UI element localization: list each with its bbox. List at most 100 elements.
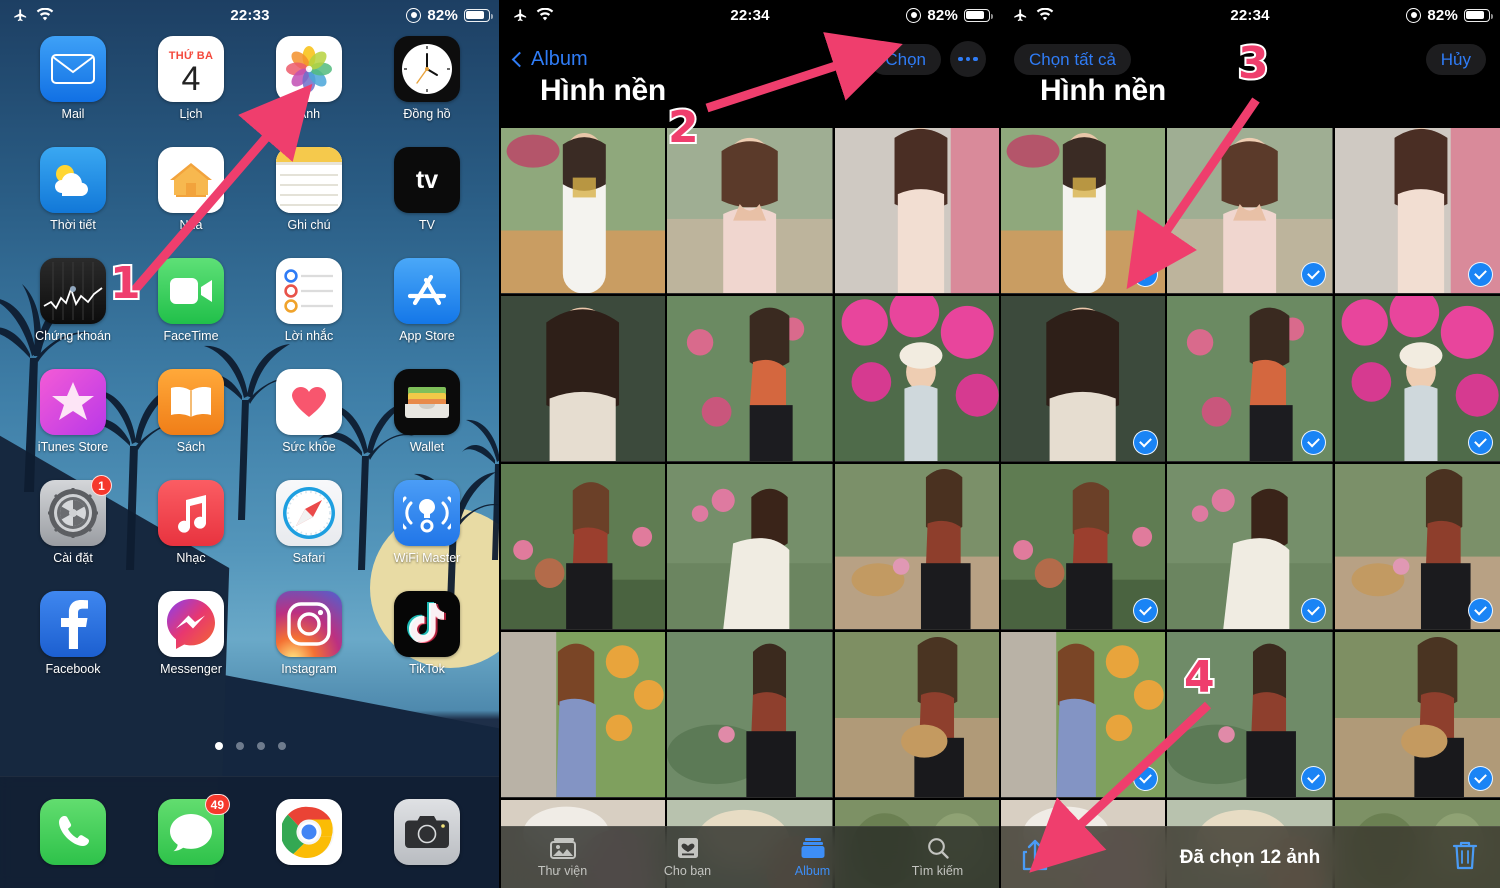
app-weather[interactable]: Thời tiết — [14, 147, 132, 232]
tutorial-screenshot: 22:33 82% Mail THỨ BA 4 Lịch Ảnh Đồng hồ… — [0, 0, 1500, 888]
photo-cell[interactable] — [667, 464, 833, 630]
tab-albums[interactable]: Album — [750, 837, 875, 878]
delete-button[interactable] — [1452, 840, 1478, 875]
page-dot-4[interactable] — [277, 742, 286, 750]
photo-cell[interactable] — [834, 632, 1000, 798]
app-facebook[interactable]: Facebook — [14, 591, 132, 676]
tab-label: Cho bạn — [663, 864, 712, 878]
page-dot-1[interactable] — [214, 742, 223, 750]
photo-cell[interactable] — [667, 632, 833, 798]
photo-cell[interactable] — [667, 296, 833, 462]
photo-checkmark[interactable] — [1300, 766, 1326, 791]
photo-checkmark[interactable] — [1467, 430, 1493, 455]
photo-cell[interactable] — [500, 464, 666, 630]
app-home[interactable]: Nhà — [132, 147, 250, 232]
app-wifi-master[interactable]: WiFi Master — [368, 480, 486, 565]
app-stocks[interactable]: Chứng khoán — [14, 258, 132, 343]
photo-cell[interactable] — [500, 296, 666, 462]
chevron-left-icon — [511, 51, 528, 67]
app-clock[interactable]: Đồng hồ — [368, 36, 486, 121]
photo-cell[interactable] — [1167, 128, 1333, 294]
photo-checkmark[interactable] — [1467, 262, 1493, 287]
photo-cell[interactable] — [1334, 464, 1500, 630]
app-messenger[interactable]: Messenger — [132, 591, 250, 676]
app-label: FaceTime — [163, 329, 219, 343]
photo-cell[interactable] — [1000, 296, 1166, 462]
app-appstore[interactable]: App Store — [368, 258, 486, 343]
app-facetime[interactable]: FaceTime — [132, 258, 250, 343]
photo-checkmark[interactable] — [1300, 262, 1326, 287]
app-appletv[interactable]: tv TV — [368, 147, 486, 232]
photo-cell[interactable] — [500, 632, 666, 798]
dock-app-camera[interactable] — [368, 799, 486, 865]
tab-for-you[interactable]: Cho bạn — [625, 837, 750, 878]
app-books[interactable]: Sách — [132, 369, 250, 454]
dock-app-phone[interactable] — [14, 799, 132, 865]
photo-cell[interactable] — [1334, 128, 1500, 294]
app-label: Cài đặt — [53, 551, 93, 565]
app-safari[interactable]: Safari — [250, 480, 368, 565]
app-label: WiFi Master — [393, 551, 461, 565]
tab-search[interactable]: Tìm kiếm — [875, 837, 1000, 878]
select-all-button[interactable]: Chọn tất cả — [1014, 43, 1131, 75]
photo-cell[interactable] — [1167, 632, 1333, 798]
panel-photos-browse: 22:34 82% Album Chọn Hình nền Thư viện C… — [500, 0, 1000, 888]
app-photos[interactable]: Ảnh — [250, 36, 368, 121]
share-button[interactable] — [1022, 839, 1048, 876]
app-reminders[interactable]: Lời nhắc — [250, 258, 368, 343]
panel-photos-selection: 22:34 82% Chọn tất cả Hủy Hình nền Đã ch… — [1000, 0, 1500, 888]
page-dot-3[interactable] — [256, 742, 265, 750]
app-tiktok[interactable]: TikTok — [368, 591, 486, 676]
app-mail[interactable]: Mail — [14, 36, 132, 121]
app-health[interactable]: Sức khỏe — [250, 369, 368, 454]
chrome-icon — [276, 799, 342, 865]
photo-cell[interactable] — [834, 464, 1000, 630]
library-icon — [549, 838, 576, 859]
tab-library[interactable]: Thư viện — [500, 837, 625, 878]
notes-icon — [276, 147, 342, 213]
app-instagram[interactable]: Instagram — [250, 591, 368, 676]
photo-cell[interactable] — [1000, 632, 1166, 798]
page-dot-2[interactable] — [235, 742, 244, 750]
battery-percent: 82% — [1427, 6, 1458, 24]
photo-cell[interactable] — [1167, 296, 1333, 462]
dock-app-messages[interactable]: 49 — [132, 794, 250, 865]
back-button[interactable]: Album — [511, 48, 588, 71]
app-notes[interactable]: Ghi chú — [250, 147, 368, 232]
photo-cell[interactable] — [1334, 296, 1500, 462]
selection-count-label: Đã chọn 12 ảnh — [1179, 846, 1321, 868]
photo-cell[interactable] — [1000, 464, 1166, 630]
tiktok-icon — [394, 591, 460, 657]
photo-cell[interactable] — [667, 128, 833, 294]
select-button[interactable]: Chọn — [870, 43, 941, 75]
photo-checkmark[interactable] — [1300, 598, 1326, 623]
app-wallet[interactable]: Wallet — [368, 369, 486, 454]
app-label: Sức khỏe — [282, 440, 336, 454]
photo-cell[interactable] — [1167, 464, 1333, 630]
status-bar-selection: 22:34 82% — [1000, 0, 1500, 30]
status-bar-home: 22:33 82% — [0, 0, 500, 30]
app-settings[interactable]: 1 Cài đặt — [14, 475, 132, 565]
photos-icon — [276, 36, 342, 102]
app-calendar[interactable]: THỨ BA 4 Lịch — [132, 36, 250, 121]
app-music[interactable]: Nhạc — [132, 480, 250, 565]
cancel-button[interactable]: Hủy — [1425, 43, 1486, 75]
app-label: Facebook — [45, 662, 101, 676]
app-itunes-store[interactable]: iTunes Store — [14, 369, 132, 454]
photo-cell[interactable] — [500, 128, 666, 294]
phone-icon — [40, 799, 106, 865]
photo-cell[interactable] — [1000, 128, 1166, 294]
photo-grid — [500, 128, 1000, 888]
dock-app-chrome[interactable] — [250, 799, 368, 865]
photo-cell[interactable] — [1334, 632, 1500, 798]
clock-icon — [394, 36, 460, 102]
photo-checkmark[interactable] — [1467, 598, 1493, 623]
photo-cell[interactable] — [834, 296, 1000, 462]
badge-count: 1 — [91, 475, 112, 496]
page-indicator[interactable] — [0, 742, 500, 750]
photo-checkmark[interactable] — [1300, 430, 1326, 455]
photo-checkmark[interactable] — [1467, 766, 1493, 791]
music-icon — [158, 480, 224, 546]
more-options-icon[interactable] — [950, 41, 986, 77]
photo-cell[interactable] — [834, 128, 1000, 294]
